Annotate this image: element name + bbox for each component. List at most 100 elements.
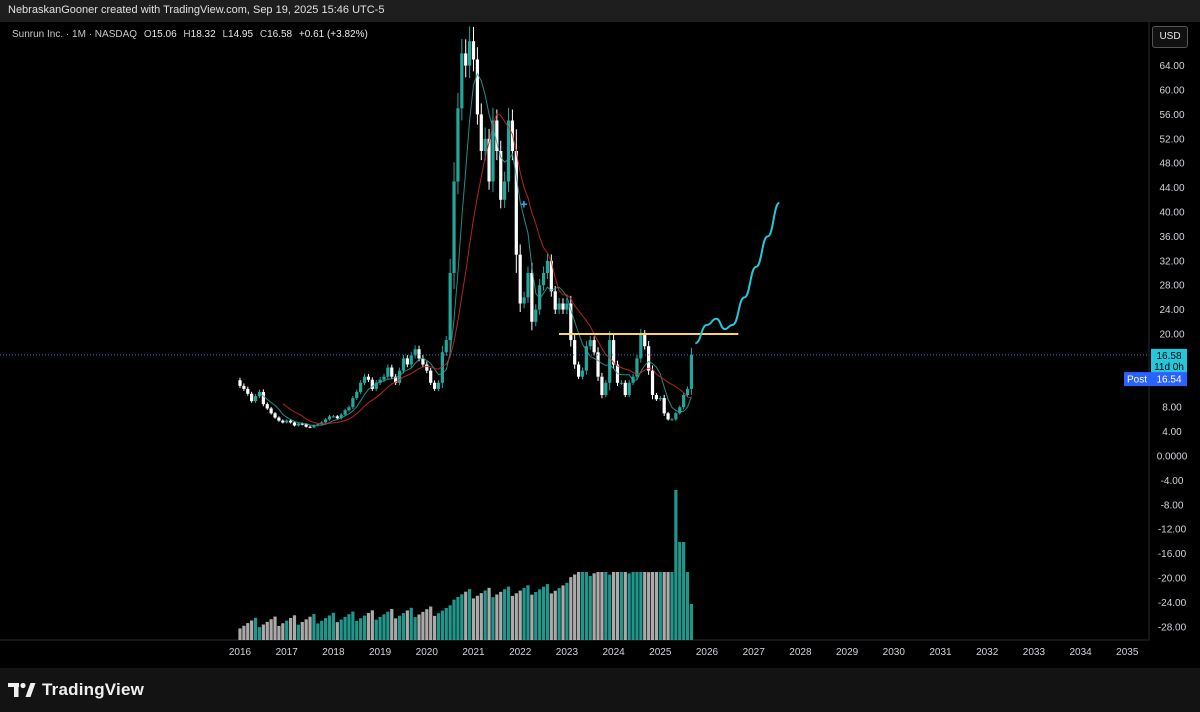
candle-body[interactable]: [444, 340, 448, 353]
candle-body[interactable]: [351, 398, 355, 408]
candle-body[interactable]: [285, 420, 289, 423]
candle-body[interactable]: [405, 358, 409, 365]
caption-bar: NebraskanGooner created with TradingView…: [0, 0, 1200, 22]
candle-body[interactable]: [600, 376, 604, 395]
candle-body[interactable]: [666, 413, 670, 420]
candle-body[interactable]: [654, 395, 659, 400]
candle-body[interactable]: [518, 254, 522, 304]
candle-body[interactable]: [471, 41, 476, 60]
candle-body[interactable]: [253, 396, 258, 402]
tradingview-brand[interactable]: TradingView: [8, 678, 144, 702]
candle-body[interactable]: [355, 391, 359, 399]
candle-body[interactable]: [273, 413, 277, 418]
candle-body[interactable]: [250, 393, 254, 402]
candle-body[interactable]: [608, 340, 612, 383]
candle-body[interactable]: [327, 416, 332, 420]
candle-body[interactable]: [359, 382, 363, 392]
time-tick-label: 2035: [1116, 647, 1139, 658]
candle-body[interactable]: [269, 408, 273, 414]
candle-body[interactable]: [557, 303, 561, 310]
price-axis[interactable]: 64.00 60.00 56.00 52.00 48.00 44.00 40.00 36.00…: [1157, 61, 1188, 633]
candle-body[interactable]: [650, 370, 655, 395]
candle-body[interactable]: [643, 334, 647, 347]
currency-button[interactable]: USD: [1152, 26, 1188, 48]
projection-path[interactable]: [694, 201, 780, 345]
candle-body[interactable]: [573, 340, 577, 365]
candle-body[interactable]: [456, 108, 460, 182]
candle-body[interactable]: [436, 382, 441, 389]
candles[interactable]: [238, 26, 694, 429]
candle-body[interactable]: [545, 260, 550, 273]
candle-body[interactable]: [619, 382, 623, 384]
candle-body[interactable]: [647, 346, 651, 371]
candle-body[interactable]: [366, 376, 371, 380]
candle-body[interactable]: [335, 416, 339, 419]
candle-body[interactable]: [261, 391, 265, 405]
candle-body[interactable]: [592, 340, 596, 353]
candle-body[interactable]: [627, 382, 631, 395]
candle-body[interactable]: [689, 354, 694, 389]
candle-body[interactable]: [417, 349, 421, 359]
candle-body[interactable]: [604, 382, 608, 395]
candle-body[interactable]: [534, 309, 538, 322]
candle-body[interactable]: [429, 370, 433, 383]
candle-body[interactable]: [242, 385, 246, 389]
candle-body[interactable]: [662, 398, 666, 414]
candle-body[interactable]: [460, 53, 464, 109]
candle-body[interactable]: [553, 291, 557, 310]
time-axis[interactable]: 2016 2017 2018 2019 2020 2021 2022 2023 2024 2025…: [229, 647, 1139, 658]
candle-body[interactable]: [682, 395, 686, 408]
candle-body[interactable]: [288, 420, 293, 423]
candle-body[interactable]: [479, 114, 483, 151]
candle-body[interactable]: [475, 59, 479, 115]
volume-bar: [343, 616, 347, 640]
candle-body[interactable]: [541, 273, 546, 286]
candle-body[interactable]: [343, 410, 347, 415]
candle-body[interactable]: [580, 370, 585, 377]
candle-body[interactable]: [522, 297, 526, 304]
symbol-legend[interactable]: Sunrun Inc. · 1M · NASDAQ O15.06 H18.32 …: [12, 29, 368, 40]
candle-body[interactable]: [362, 376, 367, 383]
candle-body[interactable]: [670, 419, 674, 421]
candle-body[interactable]: [432, 382, 437, 389]
candle-body[interactable]: [390, 367, 394, 377]
candle-body[interactable]: [588, 340, 592, 347]
candle-body[interactable]: [382, 376, 386, 380]
time-tick-label: 2022: [509, 647, 532, 658]
candle-body[interactable]: [386, 367, 390, 377]
candle-body[interactable]: [503, 181, 507, 200]
candle-body[interactable]: [409, 355, 413, 365]
candle-body[interactable]: [265, 404, 269, 409]
candle-body[interactable]: [561, 303, 565, 310]
candle-body[interactable]: [596, 352, 600, 377]
candle-body[interactable]: [401, 358, 406, 371]
candle-body[interactable]: [514, 151, 518, 255]
candle-body[interactable]: [324, 419, 328, 423]
candle-body[interactable]: [685, 388, 690, 395]
price-chart[interactable]: + 64.00 60.00 56.00 52.00 48.00 44.00 40.00 36.…: [0, 22, 1200, 668]
candle-body[interactable]: [468, 41, 472, 66]
candle-body[interactable]: [483, 138, 487, 151]
candle-body[interactable]: [331, 416, 335, 418]
candle-body[interactable]: [448, 273, 452, 341]
candle-body[interactable]: [464, 53, 468, 66]
candle-body[interactable]: [658, 398, 662, 400]
candle-body[interactable]: [452, 181, 456, 274]
candle-body[interactable]: [576, 364, 581, 377]
drawings[interactable]: +: [0, 197, 1149, 356]
candle-body[interactable]: [623, 382, 627, 395]
candle-body[interactable]: [526, 273, 530, 298]
candle-body[interactable]: [678, 407, 682, 414]
candle-body[interactable]: [565, 303, 569, 310]
candle-body[interactable]: [425, 364, 429, 371]
candle-body[interactable]: [281, 420, 285, 423]
candle-body[interactable]: [246, 388, 250, 394]
candle-body[interactable]: [238, 380, 242, 386]
candle-body[interactable]: [308, 426, 312, 428]
candle-body[interactable]: [347, 407, 351, 411]
candle-body[interactable]: [296, 423, 300, 426]
candle-body[interactable]: [292, 422, 297, 426]
candle-body[interactable]: [674, 413, 678, 420]
candle-body[interactable]: [277, 417, 281, 421]
candle-body[interactable]: [530, 273, 534, 322]
